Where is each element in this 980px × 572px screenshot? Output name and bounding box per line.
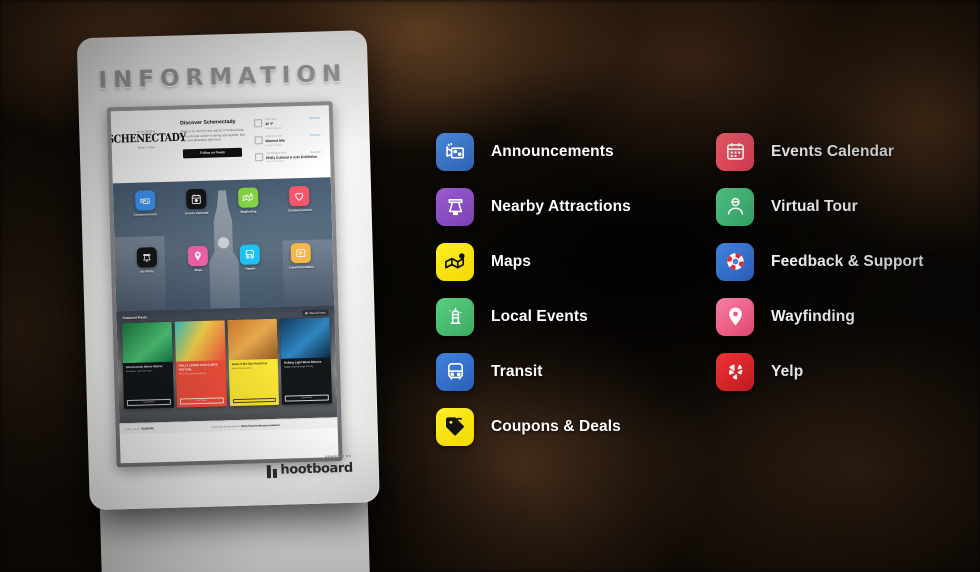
screenshot-stage: INFORMATION DISCOVER SCHENECTADY NEW YOR… [0, 0, 980, 572]
vignette-overlay [0, 0, 980, 572]
